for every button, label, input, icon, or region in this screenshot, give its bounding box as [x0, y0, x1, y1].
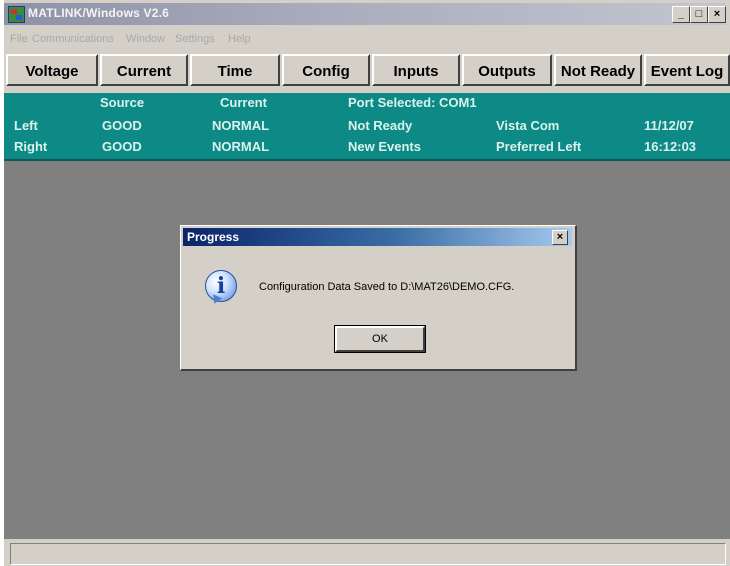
time-value: 16:12:03 — [644, 139, 697, 154]
dialog-message: Configuration Data Saved to D:\MAT26\DEM… — [259, 281, 515, 293]
menu-window[interactable]: Window — [126, 33, 165, 45]
menu-communications[interactable]: Communications — [32, 33, 114, 45]
right-current: NORMAL — [212, 139, 270, 154]
maximize-button[interactable]: □ — [690, 6, 708, 23]
left-source: GOOD — [102, 118, 142, 133]
menu-bar: File Communications Window Settings Help — [4, 30, 726, 50]
date-value: 11/12/07 — [644, 118, 694, 133]
left-current: NORMAL — [212, 118, 270, 133]
right-label: Right — [14, 139, 48, 154]
right-info: Preferred Left — [496, 139, 582, 154]
close-button[interactable]: × — [708, 6, 726, 23]
port-selected: Port Selected: COM1 — [348, 95, 477, 110]
inputs-button[interactable]: Inputs — [372, 54, 460, 86]
current-header: Current — [220, 95, 267, 110]
not-ready-button[interactable]: Not Ready — [554, 54, 642, 86]
left-label: Left — [14, 118, 38, 133]
voltage-button[interactable]: Voltage — [6, 54, 98, 86]
right-state: New Events — [348, 139, 421, 154]
dialog-title: Progress — [187, 230, 240, 244]
app-window: MATLINK/Windows V2.6 _ □ × File Communic… — [4, 0, 730, 566]
title-bar[interactable]: MATLINK/Windows V2.6 _ □ × — [4, 3, 726, 25]
window-title: MATLINK/Windows V2.6 — [28, 6, 170, 20]
toolbar: Voltage Current Time Config Inputs Outpu… — [4, 54, 730, 90]
workspace: Progress × i Configuration Data Saved to… — [4, 161, 730, 539]
current-button[interactable]: Current — [100, 54, 188, 86]
menu-help[interactable]: Help — [228, 33, 251, 45]
left-info: Vista Com — [496, 118, 560, 133]
dialog-close-button[interactable]: × — [552, 230, 568, 245]
left-state: Not Ready — [348, 118, 413, 133]
config-button[interactable]: Config — [282, 54, 370, 86]
outputs-button[interactable]: Outputs — [462, 54, 552, 86]
right-source: GOOD — [102, 139, 142, 154]
status-panel: Source Current Port Selected: COM1 Left … — [4, 93, 730, 161]
progress-dialog: Progress × i Configuration Data Saved to… — [180, 225, 577, 371]
minimize-button[interactable]: _ — [672, 6, 690, 23]
app-icon[interactable] — [8, 6, 25, 23]
dialog-title-bar[interactable]: Progress × — [183, 228, 572, 246]
menu-file[interactable]: File — [10, 33, 28, 45]
status-bar — [10, 543, 726, 565]
menu-settings[interactable]: Settings — [175, 33, 215, 45]
event-log-button[interactable]: Event Log — [644, 54, 730, 86]
source-header: Source — [100, 95, 145, 110]
time-button[interactable]: Time — [190, 54, 280, 86]
ok-button[interactable]: OK — [334, 325, 426, 353]
